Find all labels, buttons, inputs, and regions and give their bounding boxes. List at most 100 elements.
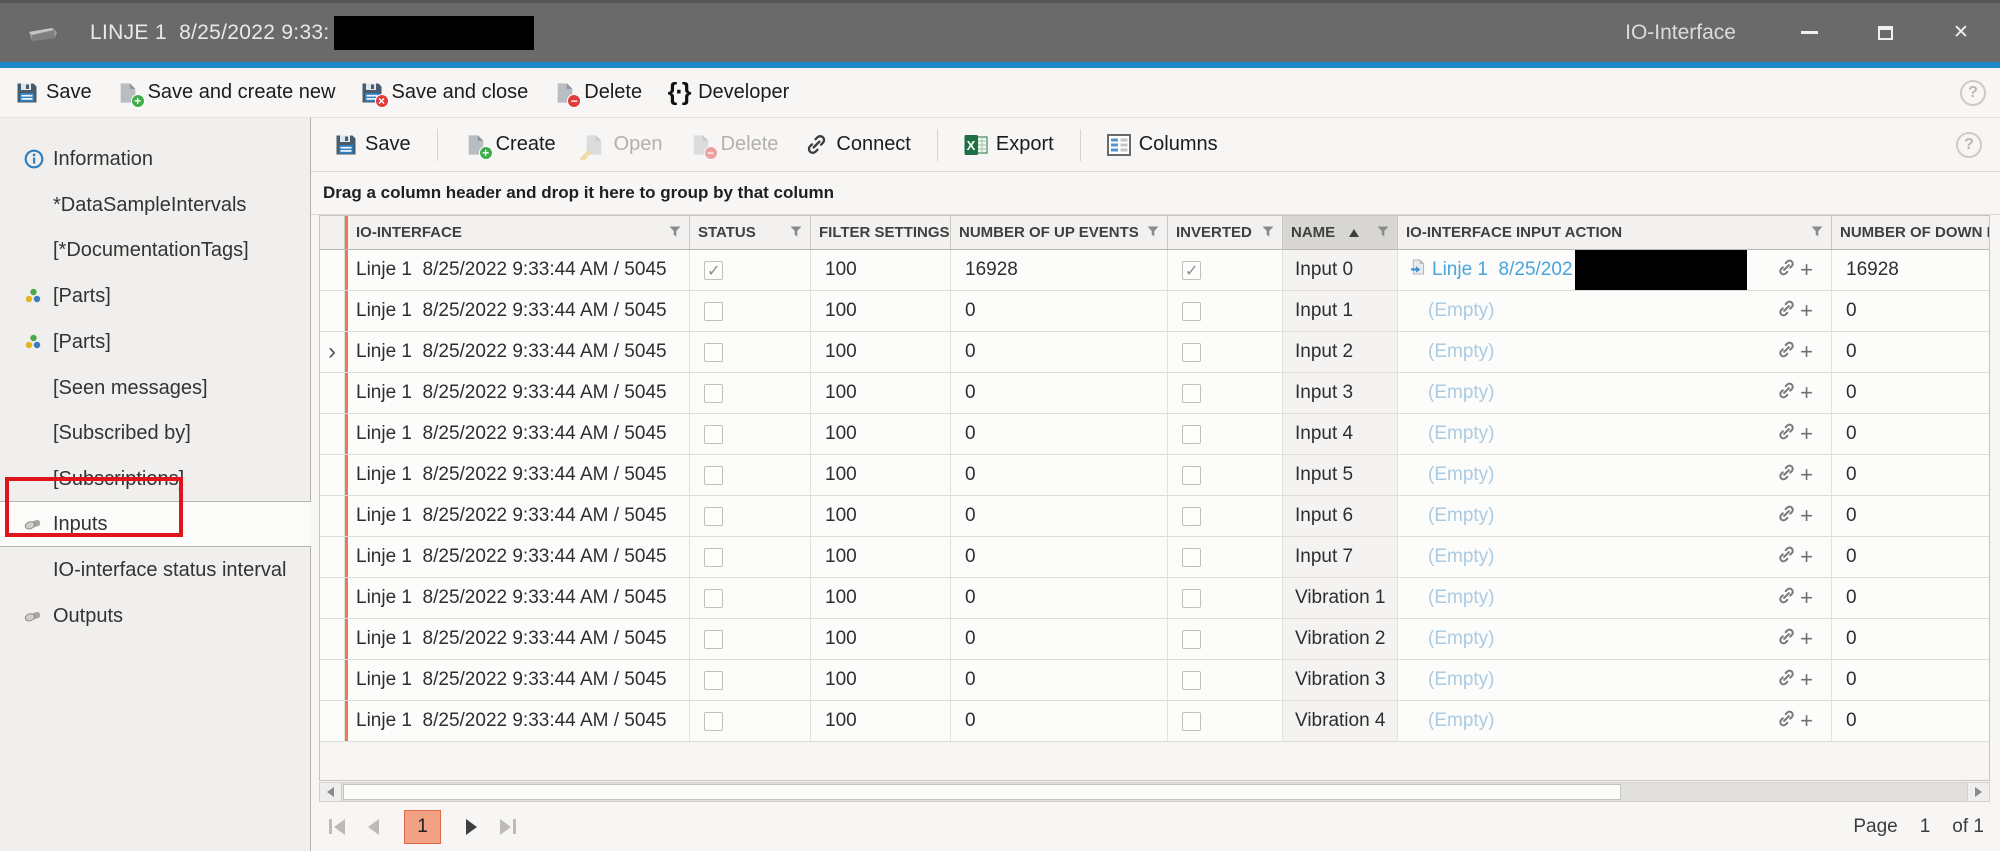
inverted-checkbox[interactable] [1182,548,1201,567]
column-header-io-interface[interactable]: IO-INTERFACE [345,216,690,249]
status-checkbox[interactable] [704,261,723,280]
cell-name[interactable]: Vibration 3 [1283,660,1398,700]
status-checkbox[interactable] [704,343,723,362]
cell-filter-settings[interactable]: 100 [811,578,951,618]
inverted-checkbox[interactable] [1182,712,1201,731]
grid-row-input-1[interactable]: Linje 1 8/25/2022 9:33:44 AM / 50451000I… [320,291,1989,332]
inverted-checkbox[interactable] [1182,466,1201,485]
current-page-box[interactable]: 1 [404,810,441,844]
cell-filter-settings[interactable]: 100 [811,537,951,577]
cell-name[interactable]: Input 4 [1283,414,1398,454]
cell-inverted[interactable] [1168,496,1283,536]
cell-inverted[interactable] [1168,455,1283,495]
scrollbar-thumb[interactable] [343,784,1621,800]
cell-number-of-up-events[interactable]: 0 [951,701,1168,741]
column-header-name[interactable]: NAME [1283,216,1398,249]
columns-button[interactable]: Columns [1107,132,1218,157]
scroll-right-button[interactable] [1967,783,1989,801]
cell-number-of-down-events[interactable]: 0 [1832,414,1990,454]
save-button[interactable]: Save [14,80,92,105]
save-and-create-new-button[interactable]: +Save and create new [116,80,336,105]
cell-number-of-down-events[interactable]: 0 [1832,619,1990,659]
next-page-button[interactable] [462,815,481,839]
cell-io-interface[interactable]: Linje 1 8/25/2022 9:33:44 AM / 5045 [345,455,690,495]
add-icon[interactable]: + [1800,257,1813,283]
help-icon[interactable]: ? [1956,132,1982,158]
cell-inverted[interactable] [1168,291,1283,331]
help-icon[interactable]: ? [1960,80,1986,106]
cell-io-interface[interactable]: Linje 1 8/25/2022 9:33:44 AM / 5045 [345,291,690,331]
cell-name[interactable]: Vibration 4 [1283,701,1398,741]
delete-button[interactable]: −Delete [552,80,642,105]
add-icon[interactable]: + [1800,298,1813,324]
cell-io-interface[interactable]: Linje 1 8/25/2022 9:33:44 AM / 5045 [345,537,690,577]
cell-number-of-down-events[interactable]: 0 [1832,373,1990,413]
connect-button[interactable]: Connect [804,132,911,157]
inverted-checkbox[interactable] [1182,261,1201,280]
cell-io-interface-input-action[interactable]: (Empty)+ [1398,537,1832,577]
column-header-io-interface-input-action[interactable]: IO-INTERFACE INPUT ACTION [1398,216,1832,249]
status-checkbox[interactable] [704,671,723,690]
column-header-status[interactable]: STATUS [690,216,811,249]
cell-name[interactable]: Vibration 2 [1283,619,1398,659]
cell-filter-settings[interactable]: 100 [811,619,951,659]
cell-number-of-up-events[interactable]: 16928 [951,250,1168,290]
first-page-button[interactable] [325,815,349,839]
add-icon[interactable]: + [1800,503,1813,529]
cell-status[interactable] [690,373,811,413]
horizontal-scrollbar[interactable] [319,782,1990,802]
grid-row-input-6[interactable]: Linje 1 8/25/2022 9:33:44 AM / 50451000I… [320,496,1989,537]
cell-name[interactable]: Input 2 [1283,332,1398,372]
cell-io-interface-input-action[interactable]: (Empty)+ [1398,332,1832,372]
add-icon[interactable]: + [1800,380,1813,406]
sidebar-item-datasampleintervals[interactable]: *DataSampleIntervals [0,182,310,228]
last-page-button[interactable] [496,815,520,839]
inverted-checkbox[interactable] [1182,302,1201,321]
grid-row-vibration-2[interactable]: Linje 1 8/25/2022 9:33:44 AM / 50451000V… [320,619,1989,660]
grid-row-input-2[interactable]: ›Linje 1 8/25/2022 9:33:44 AM / 50451000… [320,332,1989,373]
sidebar-item-seen-messages[interactable]: [Seen messages] [0,365,310,411]
cell-inverted[interactable] [1168,332,1283,372]
group-by-drop-zone[interactable]: Drag a column header and drop it here to… [311,172,2000,215]
cell-number-of-up-events[interactable]: 0 [951,414,1168,454]
cell-number-of-down-events[interactable]: 0 [1832,332,1990,372]
inverted-checkbox[interactable] [1182,589,1201,608]
cell-io-interface[interactable]: Linje 1 8/25/2022 9:33:44 AM / 5045 [345,414,690,454]
column-header-inverted[interactable]: INVERTED [1168,216,1283,249]
cell-status[interactable] [690,414,811,454]
sidebar-item-subscribed-by[interactable]: [Subscribed by] [0,410,310,456]
cell-number-of-down-events[interactable]: 0 [1832,701,1990,741]
sidebar-item-parts[interactable]: [Parts] [0,319,310,365]
cell-inverted[interactable] [1168,619,1283,659]
export-button[interactable]: XExport [964,132,1054,157]
cell-number-of-down-events[interactable]: 0 [1832,291,1990,331]
cell-io-interface[interactable]: Linje 1 8/25/2022 9:33:44 AM / 5045 [345,496,690,536]
inverted-checkbox[interactable] [1182,343,1201,362]
sidebar-item-outputs[interactable]: Outputs [0,593,310,639]
add-icon[interactable]: + [1800,544,1813,570]
cell-io-interface-input-action[interactable]: (Empty)+ [1398,619,1832,659]
grid-row-input-4[interactable]: Linje 1 8/25/2022 9:33:44 AM / 50451000I… [320,414,1989,455]
inverted-checkbox[interactable] [1182,384,1201,403]
status-checkbox[interactable] [704,302,723,321]
cell-number-of-up-events[interactable]: 0 [951,496,1168,536]
save-and-close-button[interactable]: ×Save and close [360,80,529,105]
cell-io-interface-input-action[interactable]: Linje 1 8/25/202+ [1398,250,1832,290]
cell-status[interactable] [690,455,811,495]
cell-number-of-down-events[interactable]: 0 [1832,455,1990,495]
cell-name[interactable]: Input 3 [1283,373,1398,413]
cell-io-interface-input-action[interactable]: (Empty)+ [1398,578,1832,618]
cell-io-interface[interactable]: Linje 1 8/25/2022 9:33:44 AM / 5045 [345,373,690,413]
cell-status[interactable] [690,250,811,290]
add-icon[interactable]: + [1800,421,1813,447]
maximize-button[interactable] [1870,18,1900,48]
cell-name[interactable]: Input 1 [1283,291,1398,331]
inverted-checkbox[interactable] [1182,507,1201,526]
cell-io-interface-input-action[interactable]: (Empty)+ [1398,496,1832,536]
cell-io-interface[interactable]: Linje 1 8/25/2022 9:33:44 AM / 5045 [345,250,690,290]
cell-name[interactable]: Input 5 [1283,455,1398,495]
cell-filter-settings[interactable]: 100 [811,250,951,290]
sidebar-item-parts[interactable]: [Parts] [0,273,310,319]
scroll-left-button[interactable] [320,783,342,801]
previous-page-button[interactable] [364,815,383,839]
